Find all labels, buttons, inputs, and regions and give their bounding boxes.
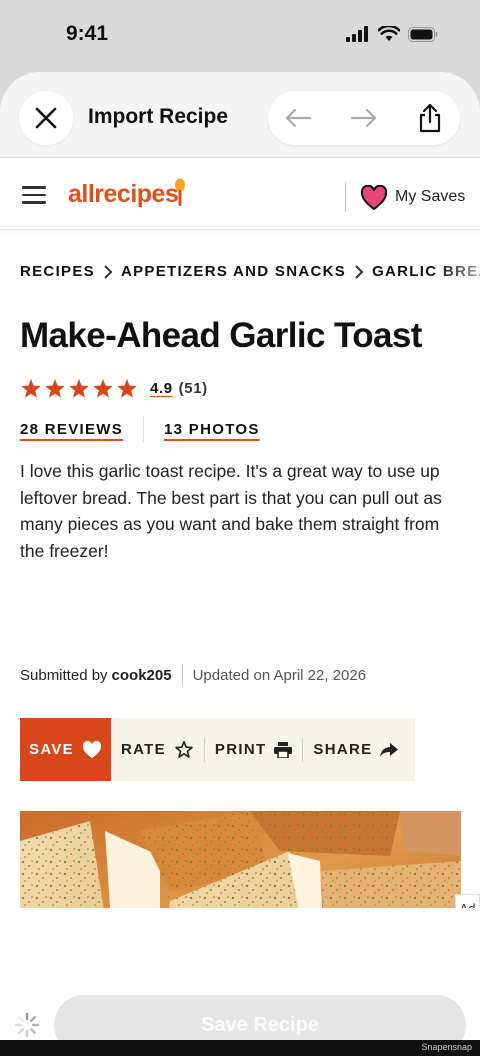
import-title: Import Recipe <box>88 105 229 128</box>
import-header: Import Recipe <box>0 72 480 158</box>
site-logo[interactable]: allrecipes <box>68 180 179 209</box>
rating-count: (51) <box>178 380 208 397</box>
status-bar: 9:41 <box>0 0 480 72</box>
link-divider <box>143 416 145 442</box>
heart-icon <box>82 740 102 758</box>
browser-nav-controls <box>268 91 460 145</box>
share-icon <box>419 103 441 133</box>
import-sheet: Import Recipe allrecipes My Saves RECIPE… <box>0 72 480 1040</box>
site-header: allrecipes My Saves <box>0 158 480 230</box>
recipe-description: I love this garlic toast recipe. It's a … <box>20 461 442 561</box>
byline: Submitted by cook205 Updated on April 22… <box>20 664 366 686</box>
loading-spinner-icon <box>14 1012 40 1038</box>
print-label: PRINT <box>214 741 267 758</box>
heart-icon[interactable] <box>360 185 388 211</box>
photos-link[interactable]: 13 PHOTOS <box>164 421 260 438</box>
chevron-right-icon <box>355 264 364 279</box>
header-divider <box>345 182 346 212</box>
save-button[interactable]: SAVE <box>20 718 111 781</box>
reviews-link[interactable]: 28 REVIEWS <box>20 421 123 438</box>
share-label: SHARE <box>313 741 373 758</box>
spoon-logo-icon <box>175 178 185 206</box>
recipe-content: RECIPES APPETIZERS AND SNACKS GARLIC BRE… <box>0 230 480 920</box>
star-icon <box>45 379 65 398</box>
recipe-title: Make-Ahead Garlic Toast <box>20 316 422 355</box>
author-link[interactable]: cook205 <box>112 667 172 684</box>
cellular-signal-icon <box>346 26 368 42</box>
submitted-by-label: Submitted by <box>20 666 108 684</box>
review-photo-links: 28 REVIEWS 13 PHOTOS <box>20 416 260 442</box>
rating-value[interactable]: 4.9 <box>150 380 173 397</box>
printer-icon <box>274 741 293 758</box>
share-arrow-icon <box>380 742 399 757</box>
close-button[interactable] <box>19 91 73 145</box>
rate-button[interactable]: RATE <box>111 740 204 759</box>
bottom-action-bar: Save Recipe <box>0 908 480 1040</box>
star-icon <box>93 379 113 398</box>
menu-icon[interactable] <box>22 186 46 204</box>
battery-icon <box>408 26 438 42</box>
my-saves-link[interactable]: My Saves <box>395 188 465 206</box>
updated-date: Updated on April 22, 2026 <box>192 666 367 684</box>
recipe-action-bar: SAVE RATE PRINT SHARE <box>20 718 415 781</box>
garlic-toast-image <box>20 811 461 920</box>
arrow-left-icon <box>285 108 312 128</box>
breadcrumb-item-garlic-bread[interactable]: GARLIC BREA <box>372 263 480 280</box>
status-icons <box>346 26 438 42</box>
wifi-icon <box>378 26 400 41</box>
print-button[interactable]: PRINT <box>205 741 303 758</box>
breadcrumb-item-appetizers[interactable]: APPETIZERS AND SNACKS <box>121 263 346 280</box>
rate-label: RATE <box>121 741 166 758</box>
byline-divider <box>181 664 183 686</box>
chevron-right-icon <box>104 264 113 279</box>
star-icon <box>117 379 137 398</box>
star-icon <box>69 379 89 398</box>
back-button[interactable] <box>282 102 314 134</box>
footer-strip: Snapensnap <box>0 1040 480 1056</box>
share-recipe-button[interactable]: SHARE <box>303 741 408 758</box>
breadcrumb-item-recipes[interactable]: RECIPES <box>20 263 95 280</box>
share-button[interactable] <box>414 102 446 134</box>
arrow-right-icon <box>350 108 377 128</box>
save-recipe-button[interactable]: Save Recipe <box>54 995 466 1040</box>
status-time: 9:41 <box>66 22 109 45</box>
rating-row[interactable]: 4.9 (51) <box>20 378 208 399</box>
star-rating <box>20 378 138 399</box>
star-outline-icon <box>175 740 193 758</box>
forward-button[interactable] <box>348 102 380 134</box>
close-icon <box>35 107 57 129</box>
breadcrumb: RECIPES APPETIZERS AND SNACKS GARLIC BRE… <box>20 263 480 280</box>
watermark: Snapensnap <box>421 1042 472 1052</box>
star-icon <box>21 379 41 398</box>
save-label: SAVE <box>29 741 74 758</box>
recipe-photo[interactable] <box>20 811 461 920</box>
